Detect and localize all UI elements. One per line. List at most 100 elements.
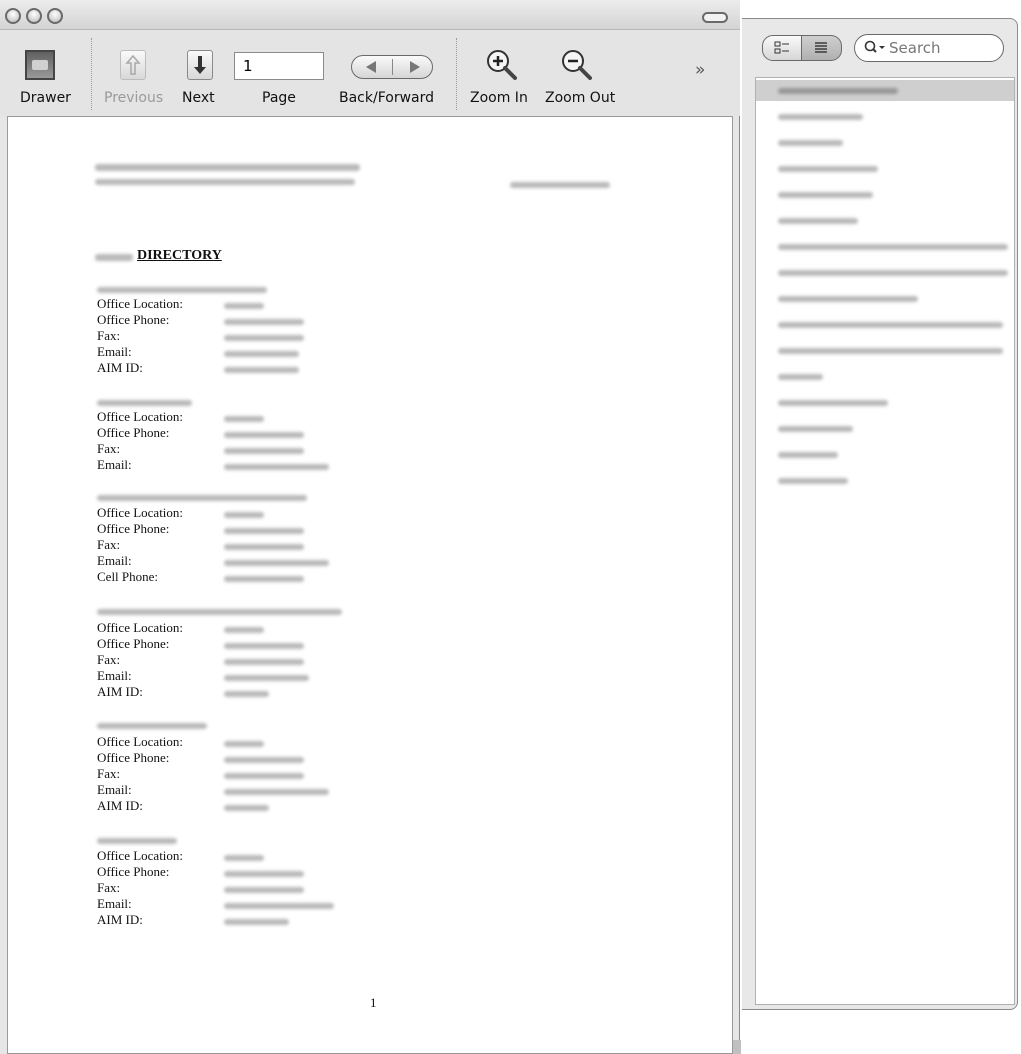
zoom-in-label: Zoom In — [470, 90, 528, 106]
resize-grip[interactable] — [733, 1040, 741, 1054]
redacted-value — [224, 319, 304, 325]
redacted-outline-item[interactable] — [778, 218, 858, 224]
redacted-header-line — [95, 164, 360, 171]
redacted-outline-item[interactable] — [778, 270, 1008, 276]
redacted-value — [224, 643, 304, 649]
field-label: Office Location: — [97, 409, 184, 424]
redacted-outline-item[interactable] — [778, 478, 848, 484]
page-label: Page — [262, 90, 296, 106]
redacted-entry-name — [97, 609, 342, 615]
redacted-value — [224, 303, 264, 309]
redacted-outline-item[interactable] — [778, 296, 918, 302]
field-label: Email: — [97, 896, 132, 911]
field-label: Email: — [97, 782, 132, 797]
redacted-entry-name — [97, 495, 307, 501]
field-label: Office Location: — [97, 734, 184, 749]
page-number-footer: 1 — [370, 995, 377, 1010]
redacted-value — [224, 903, 334, 909]
outline-view-icon — [815, 42, 827, 53]
field-label: Fax: — [97, 652, 121, 667]
redacted-value — [224, 351, 299, 357]
close-window-button[interactable] — [5, 8, 21, 24]
field-label: Fax: — [97, 441, 121, 456]
redacted-outline-item[interactable] — [778, 374, 823, 380]
back-forward-control[interactable] — [351, 55, 433, 79]
field-label: Office Location: — [97, 505, 184, 520]
redacted-outline-item[interactable] — [778, 322, 1003, 328]
field-label: Email: — [97, 457, 132, 472]
directory-heading: DIRECTORY — [137, 248, 222, 263]
field-label: AIM ID: — [97, 912, 143, 927]
field-label: Office Phone: — [97, 750, 170, 765]
preview-window: Drawer Previous Next Page Back/Forward — [0, 0, 741, 1054]
redacted-outline-item[interactable] — [778, 244, 1008, 250]
field-label: Office Phone: — [97, 636, 170, 651]
zoom-window-button[interactable] — [47, 8, 63, 24]
redacted-outline-item[interactable] — [778, 348, 1003, 354]
redacted-value — [224, 512, 264, 518]
toolbar-toggle-button[interactable] — [702, 12, 728, 23]
sidebar-drawer: Search — [742, 18, 1018, 1010]
redacted-entry-name — [97, 287, 267, 293]
drawer-label: Drawer — [20, 90, 71, 106]
zoom-in-icon — [487, 50, 517, 80]
redacted-value — [224, 416, 264, 422]
field-label: Fax: — [97, 766, 121, 781]
field-label: Office Phone: — [97, 312, 170, 327]
field-label: Office Location: — [97, 848, 184, 863]
field-label: Cell Phone: — [97, 569, 159, 584]
redacted-outline-item[interactable] — [778, 88, 898, 94]
minimize-window-button[interactable] — [26, 8, 42, 24]
redacted-value — [224, 560, 329, 566]
field-label: Email: — [97, 344, 132, 359]
thumbnail-view-button[interactable] — [762, 35, 802, 61]
redacted-outline-item[interactable] — [778, 192, 873, 198]
field-label: AIM ID: — [97, 360, 143, 375]
title-bar[interactable] — [0, 0, 740, 30]
page-number-input[interactable] — [234, 52, 324, 80]
field-label: Fax: — [97, 328, 121, 343]
zoom-out-label: Zoom Out — [545, 90, 616, 106]
field-label: Office Location: — [97, 296, 184, 311]
previous-label: Previous — [104, 90, 164, 106]
field-label: Email: — [97, 668, 132, 683]
field-label: Fax: — [97, 880, 121, 895]
redacted-value — [224, 432, 304, 438]
field-label: AIM ID: — [97, 798, 143, 813]
field-label: Fax: — [97, 537, 121, 552]
redacted-outline-item[interactable] — [778, 140, 843, 146]
outline-view-button[interactable] — [802, 35, 842, 61]
sidebar-search-field[interactable]: Search — [854, 34, 1004, 62]
redacted-outline-item[interactable] — [778, 400, 888, 406]
search-icon — [864, 40, 885, 53]
search-placeholder: Search — [889, 39, 941, 57]
back-forward-divider — [392, 59, 393, 75]
redacted-outline-item[interactable] — [778, 426, 853, 432]
forward-arrow-icon[interactable] — [406, 61, 420, 73]
redacted-outline-item[interactable] — [778, 166, 878, 172]
zoom-out-icon — [562, 50, 592, 80]
redacted-value — [224, 805, 269, 811]
redacted-value — [224, 627, 264, 633]
back-arrow-icon[interactable] — [366, 61, 380, 73]
redacted-value — [224, 335, 304, 341]
redacted-outline-item[interactable] — [778, 114, 863, 120]
redacted-outline-item[interactable] — [778, 452, 838, 458]
field-label: AIM ID: — [97, 684, 143, 699]
toolbar: Drawer Previous Next Page Back/Forward — [0, 30, 740, 116]
outline-list[interactable] — [755, 77, 1015, 1005]
toolbar-separator — [91, 38, 92, 110]
redacted-value — [224, 675, 309, 681]
redacted-value — [224, 871, 304, 877]
field-label: Office Phone: — [97, 425, 170, 440]
double-chevron-right-icon[interactable]: » — [695, 60, 705, 80]
thumbnail-view-icon — [774, 41, 789, 54]
drawer-icon — [25, 50, 55, 80]
redacted-value — [224, 464, 329, 470]
redacted-entry-name — [97, 400, 192, 406]
redacted-value — [224, 887, 304, 893]
next-label: Next — [182, 90, 215, 106]
redacted-value — [224, 367, 299, 373]
field-label: Office Phone: — [97, 521, 170, 536]
redacted-value — [224, 757, 304, 763]
